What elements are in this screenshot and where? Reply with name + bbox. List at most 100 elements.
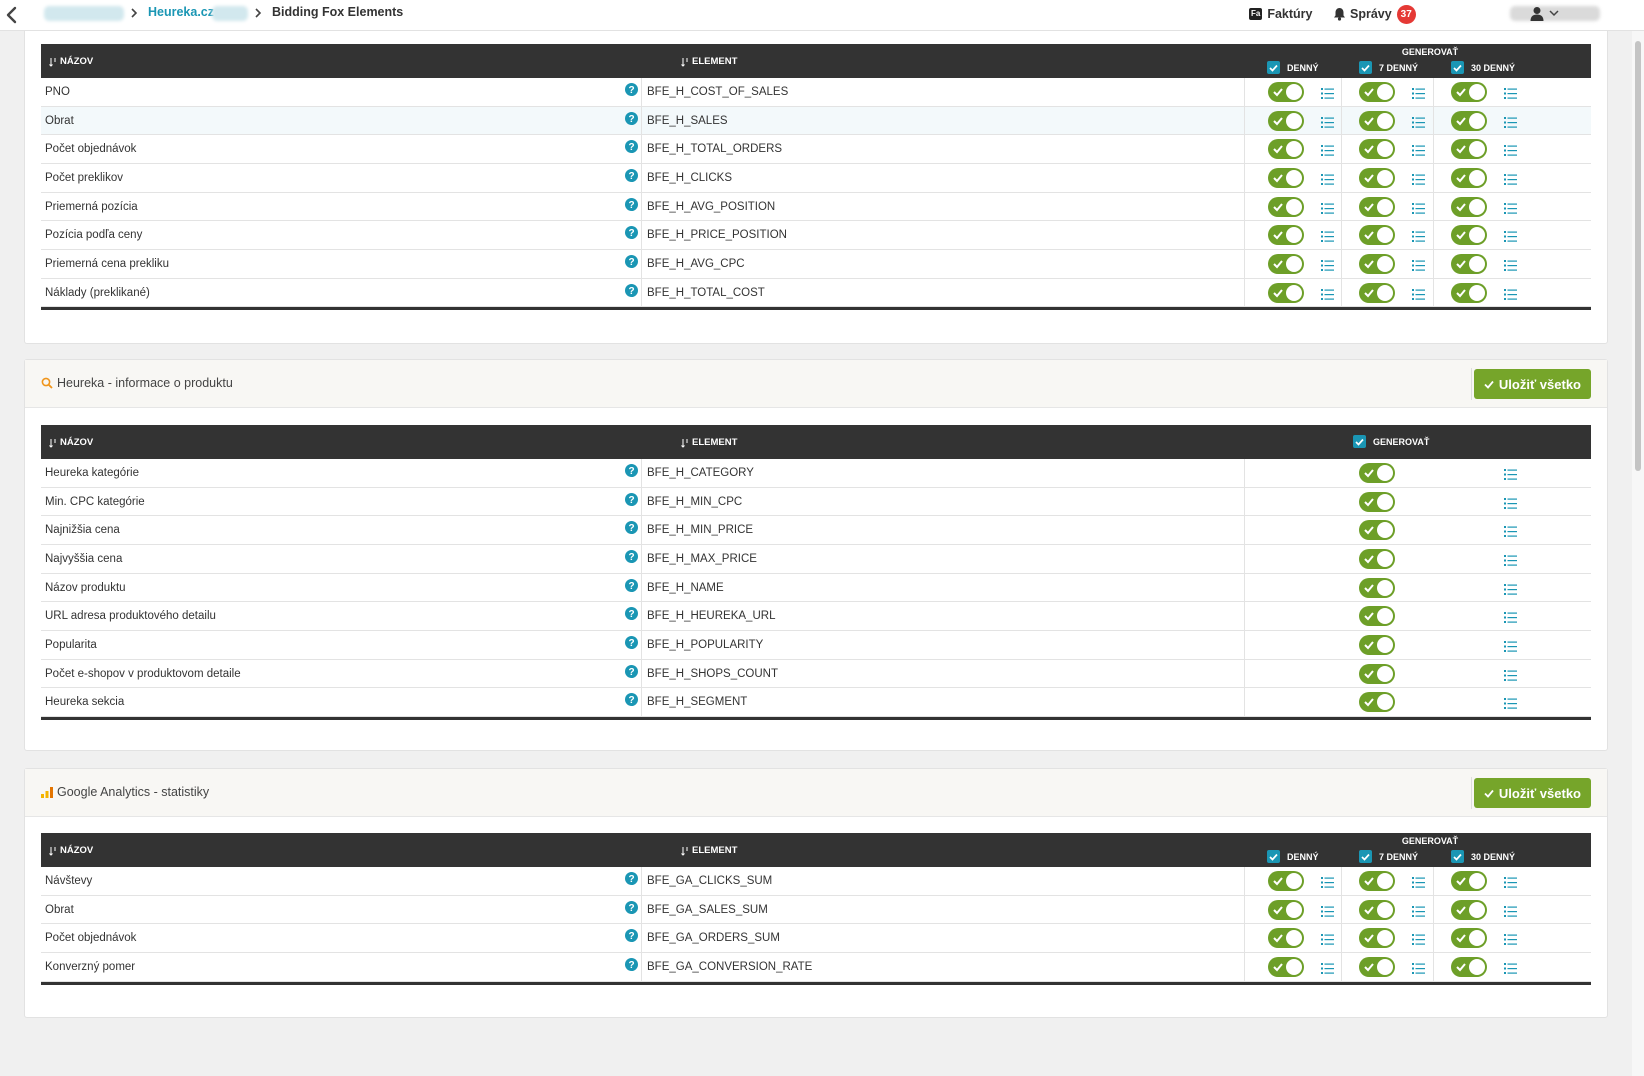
- list-details-icon[interactable]: [1412, 116, 1425, 128]
- list-details-icon[interactable]: [1412, 173, 1425, 185]
- list-details-icon[interactable]: [1504, 934, 1517, 946]
- toggle-weekly[interactable]: [1359, 899, 1395, 920]
- list-details-icon[interactable]: [1412, 962, 1425, 974]
- list-details-icon[interactable]: [1321, 145, 1334, 157]
- page-scrollbar[interactable]: [1632, 31, 1644, 1076]
- help-icon[interactable]: ?: [625, 578, 638, 592]
- toggle-generate[interactable]: [1359, 463, 1395, 483]
- help-icon[interactable]: ?: [625, 464, 638, 477]
- toggle-generate[interactable]: [1359, 520, 1395, 541]
- toggle-daily[interactable]: [1268, 139, 1304, 160]
- toggle-generate[interactable]: [1359, 634, 1395, 655]
- help-icon[interactable]: ?: [625, 872, 638, 885]
- toggle-generate[interactable]: [1359, 491, 1395, 512]
- toggle-generate[interactable]: [1359, 577, 1395, 598]
- list-details-icon[interactable]: [1504, 497, 1517, 509]
- list-details-icon[interactable]: [1504, 259, 1517, 271]
- list-details-icon[interactable]: [1412, 231, 1425, 243]
- generate-monthly-checkbox[interactable]: [1451, 61, 1464, 74]
- user-icon[interactable]: [1530, 6, 1544, 21]
- toggle-weekly[interactable]: [1359, 225, 1395, 246]
- toggle-monthly[interactable]: [1451, 167, 1487, 188]
- generate-all-checkbox[interactable]: [1353, 435, 1366, 448]
- toggle-monthly[interactable]: [1451, 871, 1487, 891]
- toggle-monthly[interactable]: [1451, 82, 1487, 102]
- column-header-name[interactable]: NÁZOV: [49, 56, 93, 67]
- list-details-icon[interactable]: [1504, 669, 1517, 681]
- list-details-icon[interactable]: [1412, 905, 1425, 917]
- list-details-icon[interactable]: [1321, 116, 1334, 128]
- help-icon[interactable]: ?: [625, 83, 638, 96]
- toggle-monthly[interactable]: [1451, 928, 1487, 949]
- toggle-daily[interactable]: [1268, 928, 1304, 949]
- help-icon[interactable]: ?: [625, 957, 638, 971]
- list-details-icon[interactable]: [1504, 583, 1517, 595]
- help-icon[interactable]: ?: [625, 664, 638, 678]
- list-details-icon[interactable]: [1504, 526, 1517, 538]
- list-details-icon[interactable]: [1412, 145, 1425, 157]
- list-details-icon[interactable]: [1504, 288, 1517, 300]
- toggle-daily[interactable]: [1268, 167, 1304, 188]
- list-details-icon[interactable]: [1321, 88, 1334, 99]
- toggle-monthly[interactable]: [1451, 196, 1487, 217]
- help-icon[interactable]: ?: [625, 900, 638, 914]
- list-details-icon[interactable]: [1504, 698, 1517, 710]
- list-details-icon[interactable]: [1412, 202, 1425, 214]
- list-details-icon[interactable]: [1321, 905, 1334, 917]
- generate-daily-checkbox[interactable]: [1267, 61, 1280, 74]
- list-details-icon[interactable]: [1321, 202, 1334, 214]
- messages-button[interactable]: Správy 37: [1333, 4, 1416, 24]
- toggle-daily[interactable]: [1268, 282, 1304, 303]
- help-icon[interactable]: ?: [625, 693, 638, 707]
- list-details-icon[interactable]: [1504, 612, 1517, 624]
- column-header-name[interactable]: NÁZOV: [49, 845, 93, 856]
- help-icon[interactable]: ?: [625, 283, 638, 297]
- generate-weekly-checkbox[interactable]: [1359, 850, 1372, 863]
- toggle-weekly[interactable]: [1359, 253, 1395, 274]
- toggle-daily[interactable]: [1268, 253, 1304, 274]
- chevron-down-icon[interactable]: [1549, 9, 1559, 17]
- list-details-icon[interactable]: [1504, 962, 1517, 974]
- toggle-weekly[interactable]: [1359, 110, 1395, 131]
- breadcrumb-redacted-account[interactable]: [44, 6, 124, 21]
- list-details-icon[interactable]: [1321, 288, 1334, 300]
- toggle-daily[interactable]: [1268, 110, 1304, 131]
- help-icon[interactable]: ?: [625, 635, 638, 649]
- list-details-icon[interactable]: [1412, 934, 1425, 946]
- toggle-weekly[interactable]: [1359, 167, 1395, 188]
- toggle-monthly[interactable]: [1451, 956, 1487, 977]
- toggle-weekly[interactable]: [1359, 196, 1395, 217]
- list-details-icon[interactable]: [1504, 173, 1517, 185]
- toggle-weekly[interactable]: [1359, 82, 1395, 102]
- help-icon[interactable]: ?: [625, 140, 638, 154]
- list-details-icon[interactable]: [1504, 145, 1517, 157]
- toggle-daily[interactable]: [1268, 82, 1304, 102]
- column-header-name[interactable]: NÁZOV: [49, 437, 93, 448]
- breadcrumb-heureka-link[interactable]: Heureka.cz: [148, 5, 214, 19]
- list-details-icon[interactable]: [1321, 962, 1334, 974]
- toggle-monthly[interactable]: [1451, 139, 1487, 160]
- toggle-weekly[interactable]: [1359, 282, 1395, 303]
- help-icon[interactable]: ?: [625, 254, 638, 268]
- save-all-button[interactable]: Uložiť všetko: [1473, 778, 1591, 808]
- list-details-icon[interactable]: [1504, 877, 1517, 888]
- list-details-icon[interactable]: [1504, 202, 1517, 214]
- list-details-icon[interactable]: [1321, 934, 1334, 946]
- toggle-generate[interactable]: [1359, 663, 1395, 684]
- help-icon[interactable]: ?: [625, 111, 638, 125]
- help-icon[interactable]: ?: [625, 492, 638, 506]
- toggle-daily[interactable]: [1268, 899, 1304, 920]
- list-details-icon[interactable]: [1504, 469, 1517, 480]
- scrollbar-thumb[interactable]: [1635, 41, 1641, 471]
- toggle-monthly[interactable]: [1451, 899, 1487, 920]
- toggle-monthly[interactable]: [1451, 282, 1487, 303]
- list-details-icon[interactable]: [1321, 259, 1334, 271]
- save-all-button[interactable]: Uložiť všetko: [1473, 369, 1591, 399]
- list-details-icon[interactable]: [1504, 116, 1517, 128]
- list-details-icon[interactable]: [1504, 88, 1517, 99]
- toggle-monthly[interactable]: [1451, 110, 1487, 131]
- breadcrumb-redacted-shop[interactable]: [212, 6, 248, 21]
- generate-weekly-checkbox[interactable]: [1359, 61, 1372, 74]
- toggle-monthly[interactable]: [1451, 225, 1487, 246]
- help-icon[interactable]: ?: [625, 521, 638, 535]
